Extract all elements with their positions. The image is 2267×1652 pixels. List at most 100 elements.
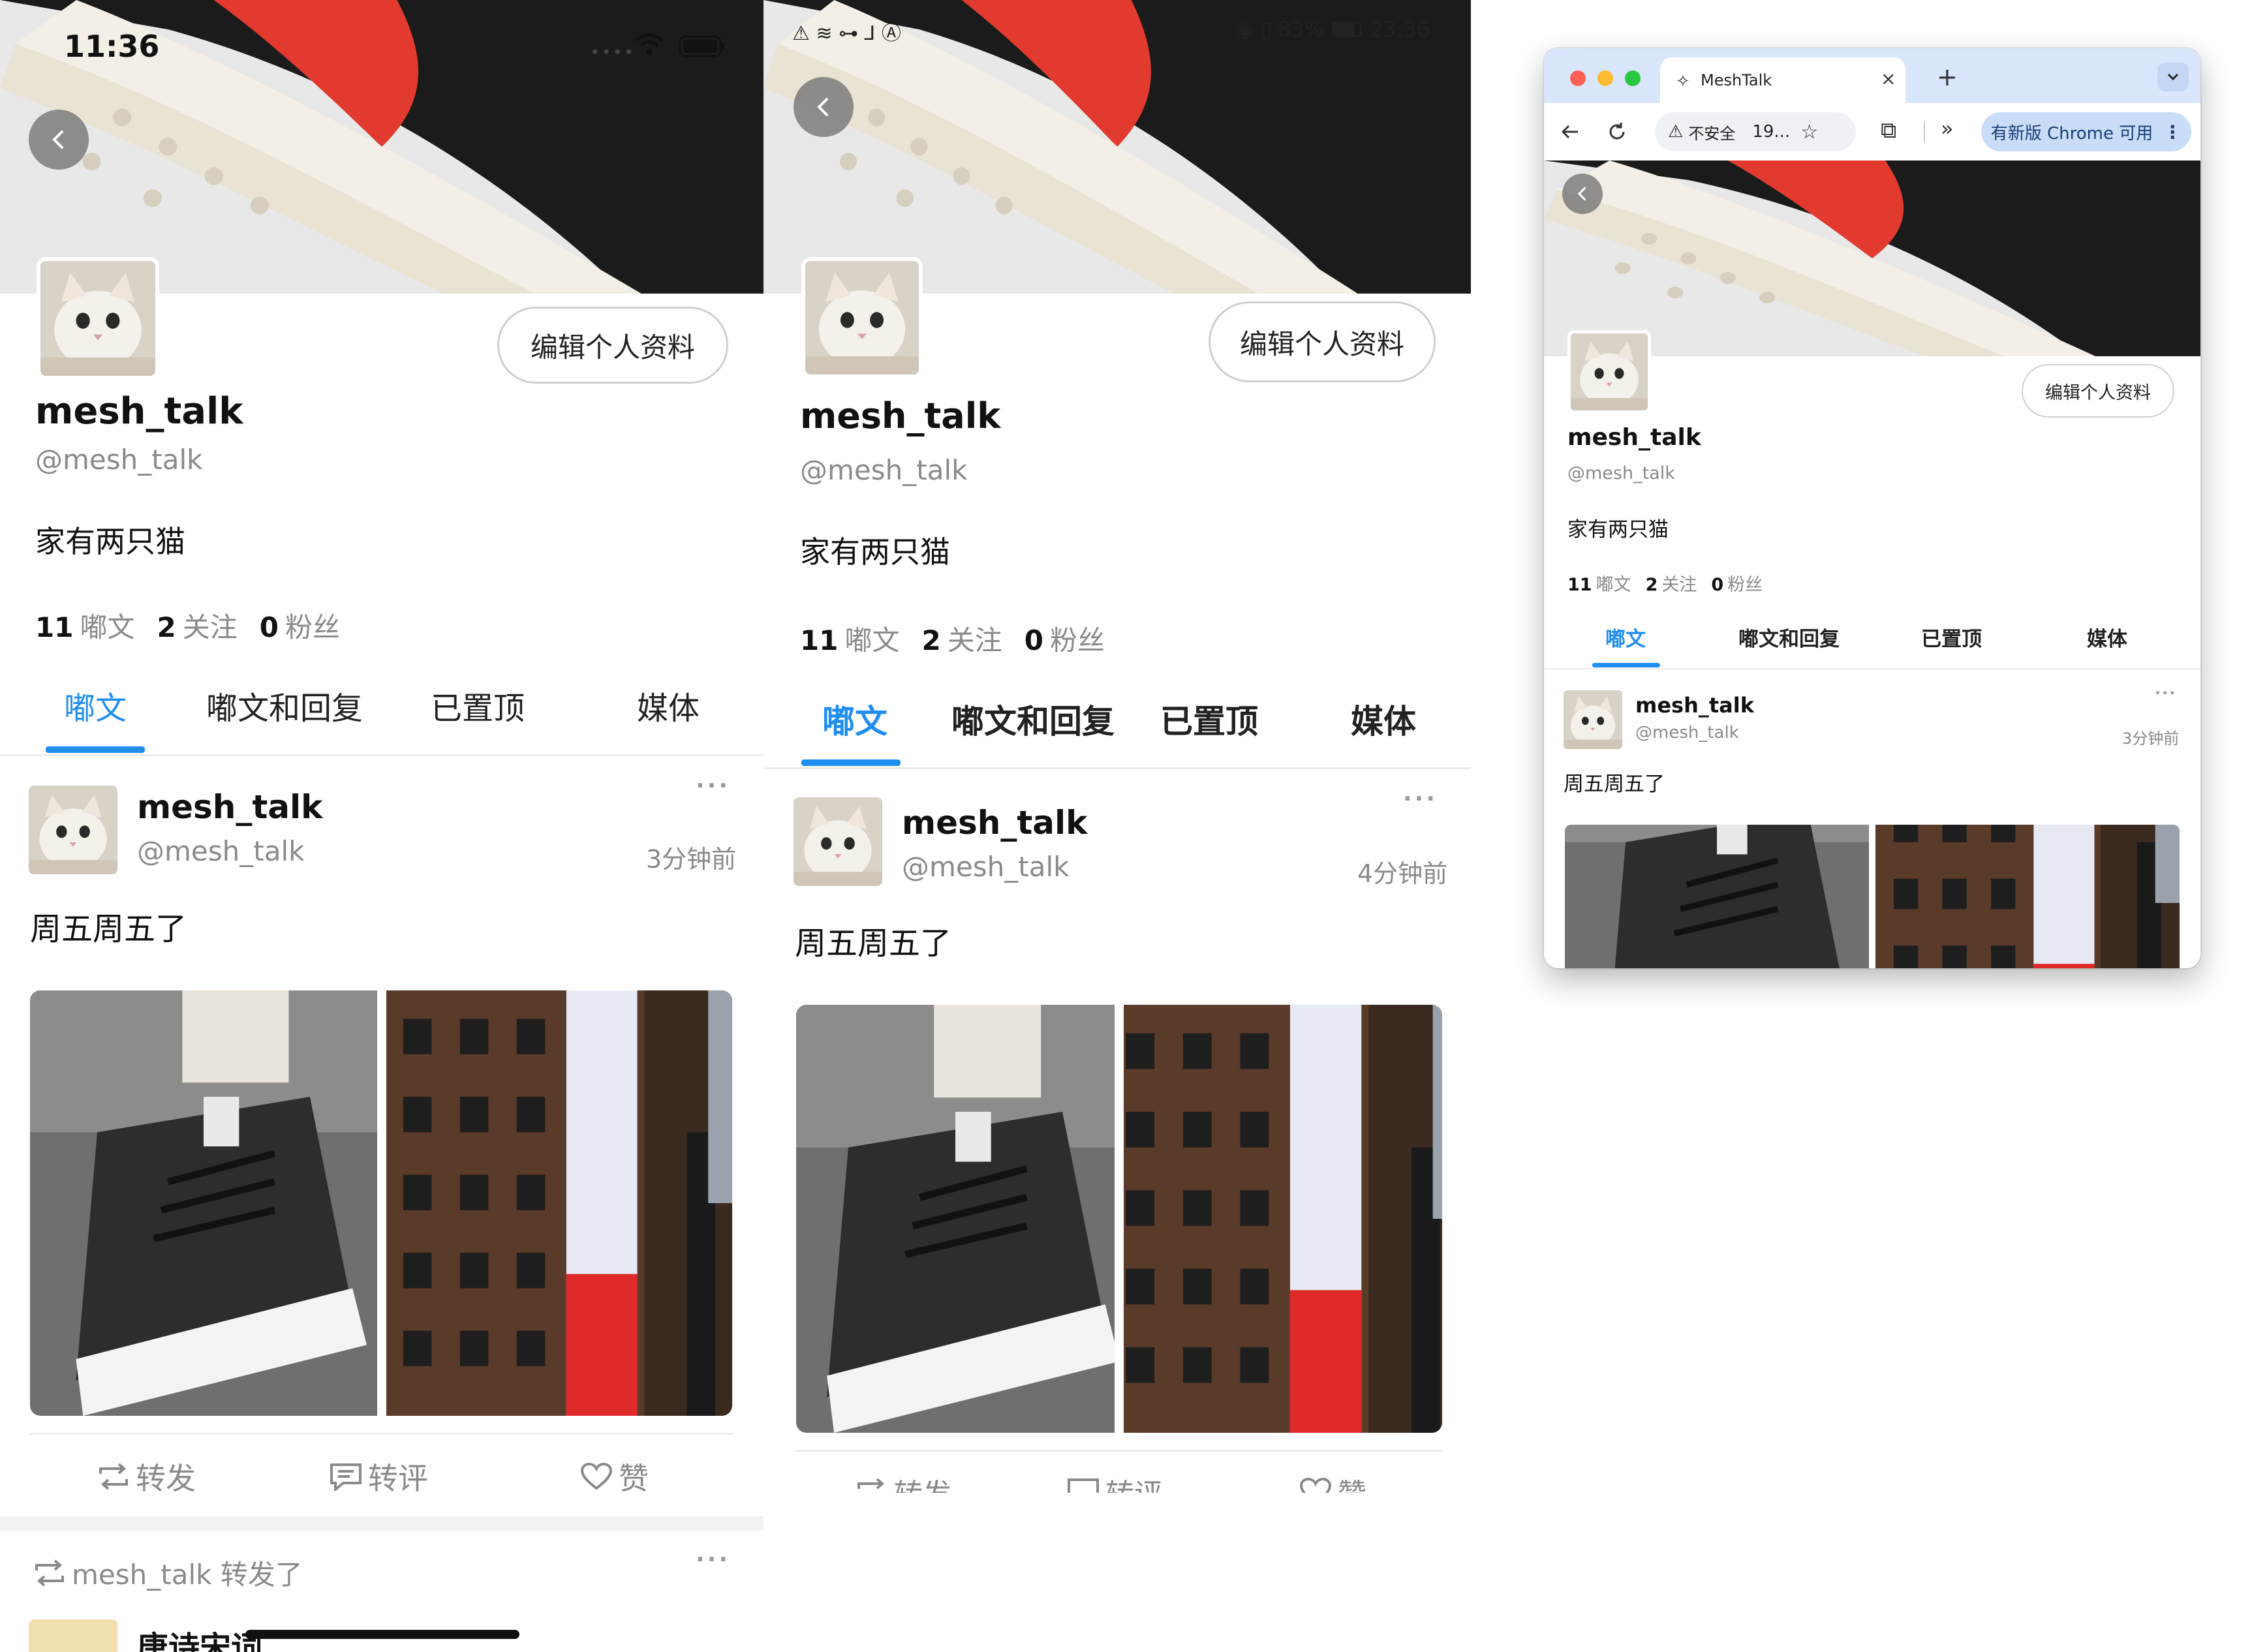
tab-posts[interactable]: 嘟文 (822, 696, 887, 742)
chrome-update-button[interactable]: 有新版 Chrome 可用 ⋮ (1981, 112, 2191, 151)
heart-icon (580, 1462, 613, 1490)
tabs-divider (1544, 668, 2200, 669)
post-text: 周五周五了 (795, 925, 952, 962)
tab-favicon-icon: ✧ (1676, 72, 1690, 91)
post-avatar[interactable] (1564, 690, 1622, 749)
back-button[interactable] (29, 110, 89, 170)
reload-icon[interactable] (1607, 121, 1627, 142)
post-more-icon[interactable]: ··· (1403, 786, 1438, 812)
tab-media[interactable]: 媒体 (637, 682, 700, 728)
warning-icon: ⚠ (1668, 122, 1684, 142)
tab-close-icon[interactable]: × (1881, 68, 1896, 89)
tab-posts-and-replies[interactable]: 嘟文和回复 (951, 696, 1115, 742)
tab-search-button[interactable] (2157, 63, 2189, 91)
window-zoom-button[interactable] (1625, 70, 1641, 86)
boost-icon (99, 1463, 128, 1490)
post-actions-divider (795, 1450, 1442, 1452)
post-more-icon[interactable]: ··· (2155, 684, 2176, 702)
edit-profile-button[interactable]: 编辑个人资料 (497, 307, 728, 384)
post-image-shoe[interactable] (796, 1005, 1115, 1433)
post-image-building[interactable] (1124, 1005, 1442, 1433)
tab-posts-and-replies[interactable]: 嘟文和回复 (206, 682, 363, 728)
back-arrow-icon (1577, 187, 1586, 201)
stat-following[interactable]: 2 关注 (921, 619, 1002, 658)
like-label: 赞 (1338, 1471, 1366, 1493)
post-image-building[interactable] (386, 990, 732, 1416)
tab-posts[interactable]: 嘟文 (64, 682, 127, 728)
stat-posts[interactable]: 11 嘟文 (800, 619, 899, 658)
post-timestamp: 4分钟前 (1357, 859, 1448, 888)
battery-icon (679, 35, 724, 57)
post-timestamp: 3分钟前 (2122, 729, 2180, 748)
address-bar[interactable]: ⚠ 不安全 19... ☆ (1655, 112, 1856, 151)
tab-posts-and-replies[interactable]: 嘟文和回复 (1738, 622, 1840, 652)
quote-button[interactable]: 转评 (1066, 1471, 1163, 1493)
toolbar-separator (1924, 121, 1925, 142)
boost-button[interactable]: 转发 (855, 1471, 951, 1493)
window-close-button[interactable] (1570, 70, 1586, 86)
security-label: 不安全 (1688, 124, 1736, 143)
post-author-handle: @mesh_talk (902, 851, 1070, 883)
active-tab-indicator (1592, 663, 1660, 667)
boost-button[interactable]: 转发 (97, 1455, 196, 1498)
kebab-menu-icon[interactable]: ⋮ (2163, 121, 2182, 143)
tab-pinned[interactable]: 已置顶 (1160, 696, 1258, 742)
middle-phone-screen: ⚠ ≋ ⊶ ⅃ Ⓐ ◉ ▯ 83% 23:36 编辑个人资料 mesh_talk… (763, 0, 1471, 1494)
back-button[interactable] (794, 77, 854, 137)
profile-bio: 家有两只猫 (800, 534, 950, 570)
tab-pinned[interactable]: 已置顶 (1921, 622, 1982, 652)
post-image-shoe[interactable] (1565, 825, 1869, 968)
profile-avatar[interactable] (801, 257, 923, 378)
quote-label: 转评 (1105, 1471, 1163, 1493)
tab-media[interactable]: 媒体 (1351, 696, 1416, 742)
stat-followers[interactable]: 0 粉丝 (1025, 619, 1105, 658)
profile-name: mesh_talk (800, 395, 1001, 436)
post-avatar[interactable] (29, 786, 117, 874)
reblog-author-name[interactable]: 唐诗宋词 (137, 1622, 262, 1652)
like-button[interactable]: 赞 (1299, 1471, 1366, 1493)
tab-media[interactable]: 媒体 (2087, 622, 2127, 652)
tab-pinned[interactable]: 已置顶 (431, 682, 525, 728)
stat-followers[interactable]: 0 粉丝 (1711, 570, 1763, 596)
signal-dots-icon: •••• (590, 43, 636, 63)
tab-posts[interactable]: 嘟文 (1605, 622, 1646, 652)
stat-posts[interactable]: 11 嘟文 (35, 605, 134, 645)
profile-handle: @mesh_talk (1567, 463, 1675, 483)
post-author-name[interactable]: mesh_talk (902, 804, 1087, 842)
reblog-avatar[interactable] (29, 1619, 117, 1652)
star-icon[interactable]: ☆ (1800, 121, 1818, 144)
post-more-icon[interactable]: ··· (696, 772, 730, 799)
browser-tab[interactable]: ✧ MeshTalk × (1660, 57, 1905, 103)
post-author-name[interactable]: mesh_talk (1635, 693, 1754, 718)
post-avatar[interactable] (794, 797, 882, 886)
profile-avatar[interactable] (1567, 330, 1651, 414)
profile-avatar[interactable] (37, 257, 159, 380)
window-minimize-button[interactable] (1597, 70, 1613, 86)
cat-avatar-image (805, 261, 919, 375)
like-button[interactable]: 赞 (579, 1455, 649, 1498)
post-image-building[interactable] (1875, 825, 2180, 968)
profile-banner (1544, 161, 2200, 356)
quote-button[interactable]: 转评 (329, 1455, 428, 1498)
new-tab-button[interactable]: + (1937, 63, 1958, 91)
stat-following[interactable]: 2 关注 (1646, 570, 1697, 596)
back-arrow-icon (817, 98, 828, 116)
profile-stats: 11 嘟文 2 关注 0 粉丝 (800, 619, 1127, 658)
edit-profile-button[interactable]: 编辑个人资料 (1209, 301, 1436, 382)
stat-following[interactable]: 2 关注 (157, 605, 237, 645)
more-tools-chevron-icon[interactable]: » (1941, 116, 1954, 141)
edit-profile-button[interactable]: 编辑个人资料 (2022, 364, 2174, 418)
url-text: 19... (1752, 122, 1791, 142)
extensions-icon[interactable]: ⧉ (1881, 117, 1896, 144)
post-author-name[interactable]: mesh_talk (137, 788, 322, 826)
back-arrow-icon (52, 130, 63, 149)
back-arrow-icon[interactable] (1560, 121, 1581, 142)
wifi-icon (635, 33, 664, 55)
browser-toolbar: ⚠ 不安全 19... ☆ ⧉ » 有新版 Chrome 可用 ⋮ (1544, 103, 2200, 161)
reblog-more-icon[interactable]: ··· (696, 1546, 730, 1573)
stat-posts[interactable]: 11 嘟文 (1567, 570, 1631, 596)
post-image-shoe[interactable] (30, 990, 377, 1416)
active-tab-indicator (801, 759, 901, 766)
stat-followers[interactable]: 0 粉丝 (260, 605, 340, 645)
back-button[interactable] (1562, 174, 1603, 214)
